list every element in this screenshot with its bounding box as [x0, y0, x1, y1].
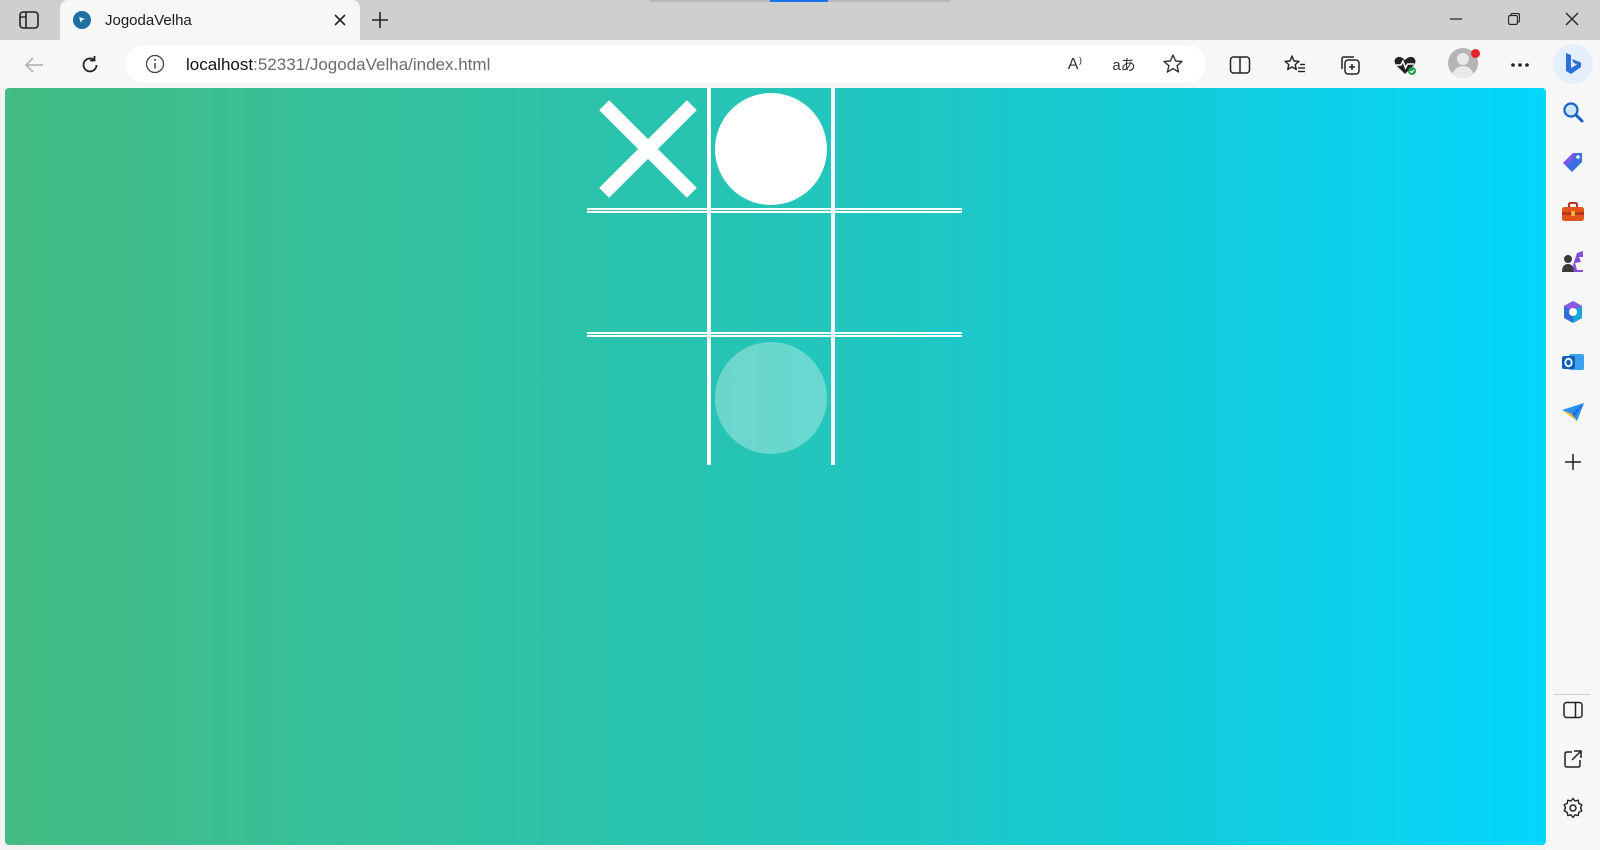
board-cell-1-2[interactable]	[711, 88, 831, 210]
translate-icon[interactable]: aあ	[1111, 51, 1137, 77]
board-cell-3-1[interactable]	[587, 337, 707, 459]
o-hover-preview	[715, 342, 827, 454]
edge-sidebar	[1546, 88, 1600, 850]
microsoft-365-icon[interactable]	[1557, 296, 1589, 328]
browser-toolbar: localhost:52331/JogodaVelha/index.html A…	[0, 40, 1600, 88]
search-icon[interactable]	[1557, 96, 1589, 128]
tab-loading-indicator	[770, 0, 828, 2]
address-bar[interactable]: localhost:52331/JogodaVelha/index.html A…	[126, 45, 1206, 83]
more-menu-icon[interactable]	[1504, 49, 1536, 81]
minimize-icon[interactable]	[1428, 0, 1484, 38]
back-icon[interactable]	[18, 49, 50, 81]
page-viewport	[5, 88, 1546, 845]
url-path: :52331/JogodaVelha/index.html	[253, 55, 491, 74]
bing-copilot-icon[interactable]	[1553, 44, 1593, 84]
tab-strip: JogodaVelha	[0, 0, 1600, 40]
favorite-star-icon[interactable]	[1160, 51, 1186, 77]
add-icon[interactable]	[1557, 446, 1589, 478]
board-cell-1-1[interactable]	[587, 88, 707, 210]
site-favicon-icon	[73, 11, 91, 29]
board-cell-2-2[interactable]	[711, 213, 831, 335]
url-text[interactable]: localhost:52331/JogodaVelha/index.html	[186, 55, 490, 75]
refresh-icon[interactable]	[74, 49, 106, 81]
split-screen-icon[interactable]	[1224, 49, 1256, 81]
new-tab-icon[interactable]	[366, 7, 394, 33]
tab-title: JogodaVelha	[105, 11, 192, 29]
board-cell-2-3[interactable]	[835, 213, 955, 335]
site-info-icon[interactable]	[144, 53, 166, 75]
tab-loading-track	[650, 0, 770, 2]
board-cell-3-2[interactable]	[711, 337, 831, 459]
board-cell-2-1[interactable]	[587, 213, 707, 335]
avatar-body	[1452, 66, 1474, 78]
restore-icon[interactable]	[1486, 0, 1542, 38]
games-icon[interactable]	[1557, 246, 1589, 278]
drop-icon[interactable]	[1557, 396, 1589, 428]
board-cell-3-3[interactable]	[835, 337, 955, 459]
tab-actions-icon[interactable]	[14, 8, 44, 32]
board-cell-1-3[interactable]	[835, 88, 955, 210]
active-tab[interactable]: JogodaVelha	[60, 0, 360, 40]
outlook-icon[interactable]	[1557, 346, 1589, 378]
tic-tac-toe-board	[587, 88, 962, 465]
o-mark	[715, 93, 827, 205]
open-external-icon[interactable]	[1557, 743, 1589, 775]
url-host: localhost	[186, 55, 254, 74]
collections-icon[interactable]	[1334, 49, 1366, 81]
tools-icon[interactable]	[1557, 196, 1589, 228]
settings-icon[interactable]	[1557, 792, 1589, 824]
avatar-head	[1457, 53, 1469, 65]
tab-loading-track-end	[828, 0, 950, 2]
read-aloud-icon[interactable]: A⁾	[1062, 51, 1088, 77]
hide-sidebar-icon[interactable]	[1557, 694, 1589, 726]
close-window-icon[interactable]	[1544, 0, 1600, 38]
favorites-icon[interactable]	[1279, 49, 1311, 81]
browser-essentials-icon[interactable]	[1389, 49, 1421, 81]
notification-dot	[1471, 49, 1480, 58]
x-mark	[597, 99, 697, 199]
close-tab-icon[interactable]	[328, 8, 352, 32]
shopping-tag-icon[interactable]	[1557, 146, 1589, 178]
